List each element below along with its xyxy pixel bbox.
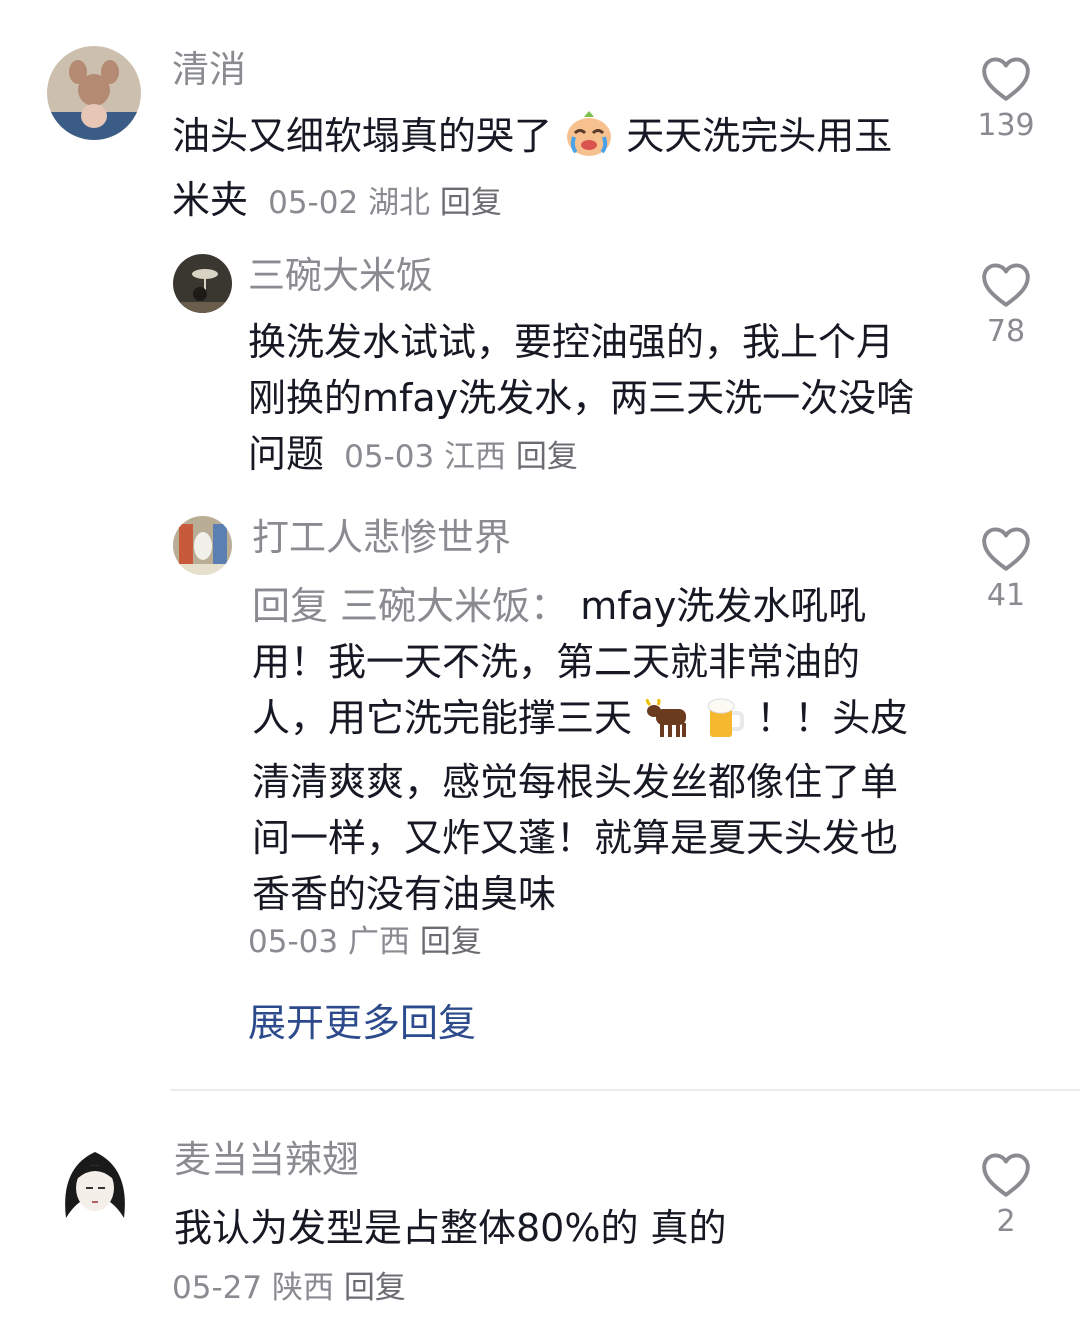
avatar[interactable] [173,254,232,313]
crying-face-icon [564,111,614,172]
avatar[interactable] [52,1138,138,1234]
divider [170,1089,1080,1091]
beer-mug-icon [704,697,745,754]
reply-button[interactable]: 回复 [516,439,578,475]
like-button[interactable]: 139 [971,54,1041,143]
comment-meta: 05-02 湖北 回复 [268,185,502,221]
comment-text: 换洗发水试试，要控油强的，我上个月刚换的mfay洗发水，两三天洗一次没啥问题 0… [248,314,928,485]
reply-button[interactable]: 回复 [440,185,502,221]
like-count: 78 [986,314,1026,349]
comment-username[interactable]: 三碗大米饭 [248,254,433,298]
comment-username[interactable]: 打工人悲惨世界 [252,516,511,560]
like-count: 2 [996,1204,1016,1239]
comment-location: 湖北 [368,185,431,221]
reply-prefix: 回复 [252,584,329,628]
comment-username[interactable]: 麦当当辣翅 [174,1138,359,1182]
like-count: 41 [986,578,1026,613]
like-count: 139 [977,108,1035,143]
like-button[interactable]: 41 [971,524,1041,613]
comment-date: 05-03 [248,924,339,960]
comment-meta: 05-03 江西 回复 [344,439,578,475]
comment-meta: 05-27 陕西 回复 [172,1262,406,1307]
heart-icon [982,57,1030,101]
reply-to-username[interactable]: 三碗大米饭： [340,584,568,628]
comment-username[interactable]: 清消 [172,48,246,92]
comment-location: 陕西 [271,1270,334,1306]
comment-date: 05-02 [268,185,359,221]
comment-text: 回复 三碗大米饭： mfay洗发水吼吼用！我一天不洗，第二天就非常油的人，用它洗… [252,578,922,922]
comment-location: 广西 [347,924,410,960]
ox-icon [644,697,692,754]
comment-body: 油头又细软塌真的哭了 [172,114,553,158]
avatar[interactable] [173,516,232,575]
comment-text: 我认为发型是占整体80%的 真的 [174,1206,727,1250]
reply-button[interactable]: 回复 [344,1270,406,1306]
expand-replies-button[interactable]: 展开更多回复 [248,992,476,1047]
reply-button[interactable]: 回复 [420,924,482,960]
comment-meta: 05-03 广西 回复 [248,916,482,961]
comment-location: 江西 [444,439,507,475]
like-button[interactable]: 2 [971,1150,1041,1239]
heart-icon [982,1153,1030,1197]
heart-icon [982,527,1030,571]
avatar[interactable] [47,46,141,140]
comment-date: 05-27 [172,1270,263,1306]
heart-icon [982,263,1030,307]
comment-date: 05-03 [344,439,435,475]
like-button[interactable]: 78 [971,260,1041,349]
comment-text: 油头又细软塌真的哭了 天天洗完头用玉米夹 05-02 湖北 回复 [172,108,912,231]
